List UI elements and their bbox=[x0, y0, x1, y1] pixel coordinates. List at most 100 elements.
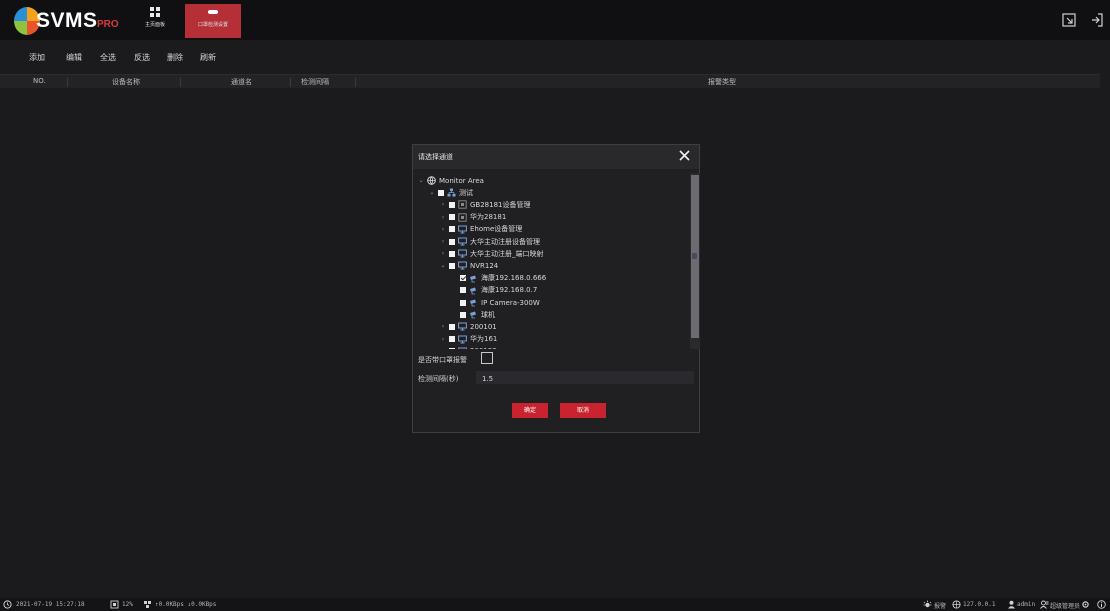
tree-checkbox[interactable] bbox=[460, 275, 466, 282]
tree-node[interactable]: › 大华主动注册设备管理 bbox=[439, 236, 540, 247]
channel-tree: ⌄ Monitor Area ⌄ 测试 › GB28181设备管理 › 华为28181 › Eho… bbox=[413, 173, 691, 349]
tree-checkbox[interactable] bbox=[449, 336, 455, 343]
tree-node[interactable]: 海康192.168.0.666 bbox=[450, 273, 546, 284]
clock-icon bbox=[3, 600, 12, 609]
confirm-button[interactable]: 确定 bbox=[512, 403, 548, 418]
close-icon[interactable] bbox=[678, 149, 691, 162]
tab-home-label: 主页面板 bbox=[144, 22, 165, 28]
tree-node[interactable]: › 华为28181 bbox=[439, 212, 506, 223]
tree-node-label: 测试 bbox=[459, 188, 473, 197]
tree-node[interactable]: 海康192.168.0.7 bbox=[450, 285, 537, 296]
nvr-icon bbox=[458, 237, 467, 246]
role-icon bbox=[1040, 600, 1049, 609]
tree-node[interactable]: › GB28181设备管理 bbox=[439, 199, 531, 210]
cancel-button[interactable]: 取消 bbox=[560, 403, 606, 418]
tree-node[interactable]: ⌄ 测试 bbox=[428, 187, 473, 198]
tree-node-label: IP Camera-300W bbox=[481, 298, 540, 307]
tree-scrollbar[interactable] bbox=[690, 173, 700, 349]
toolbar: 添加 编辑 全选 反选 删除 刷新 bbox=[0, 48, 1110, 70]
camera-icon bbox=[470, 275, 476, 282]
tree-node-label: 海康192.168.0.7 bbox=[481, 286, 538, 295]
add-button[interactable]: 添加 bbox=[29, 52, 45, 63]
chevron-right-icon[interactable]: › bbox=[439, 238, 447, 245]
tree-node[interactable]: › Ehome设备管理 bbox=[439, 224, 522, 235]
tree-node[interactable]: › 200101 bbox=[439, 321, 497, 332]
info-icon[interactable] bbox=[1097, 600, 1106, 609]
network-icon bbox=[144, 601, 151, 608]
invert-selection-button[interactable]: 反选 bbox=[134, 52, 150, 63]
tree-checkbox[interactable] bbox=[460, 311, 466, 318]
tree-checkbox[interactable] bbox=[449, 238, 455, 245]
mask-alarm-checkbox[interactable] bbox=[481, 352, 493, 364]
tab-mask-detection-settings[interactable]: 口罩检测设置 bbox=[185, 4, 241, 38]
tree-checkbox[interactable] bbox=[438, 189, 444, 196]
interval-label: 检测间隔(秒) bbox=[418, 375, 459, 383]
nvr-icon bbox=[458, 261, 467, 270]
column-header-alarm-type[interactable]: 报警类型 bbox=[708, 77, 736, 87]
status-ip: 127.0.0.1 bbox=[963, 601, 996, 608]
tree-node-label: 200101 bbox=[470, 322, 497, 331]
tree-node[interactable]: ⌄ Monitor Area bbox=[417, 175, 484, 186]
column-divider bbox=[355, 78, 356, 87]
refresh-button[interactable]: 刷新 bbox=[200, 52, 216, 63]
chevron-right-icon[interactable]: › bbox=[439, 348, 447, 349]
column-header-device-name[interactable]: 设备名称 bbox=[112, 77, 140, 87]
chevron-right-icon[interactable]: › bbox=[439, 226, 447, 233]
status-cpu: 12% bbox=[122, 601, 133, 608]
chevron-right-icon[interactable]: › bbox=[439, 336, 447, 343]
nvr-icon bbox=[458, 249, 467, 258]
chevron-down-icon[interactable]: ⌄ bbox=[439, 262, 447, 269]
tree-checkbox[interactable] bbox=[460, 287, 466, 294]
status-bar: 2021-07-19 15:27:18 12% ↑0.0KBps ↓0.0KBp… bbox=[0, 598, 1110, 611]
tree-checkbox[interactable] bbox=[449, 226, 455, 233]
tree-node[interactable]: IP Camera-300W bbox=[450, 297, 540, 308]
alarm-icon[interactable] bbox=[923, 600, 932, 609]
chevron-down-icon[interactable]: ⌄ bbox=[428, 189, 436, 196]
window-restore-icon[interactable] bbox=[1061, 12, 1077, 28]
column-header-channel-name[interactable]: 通道名 bbox=[231, 77, 252, 87]
chevron-right-icon[interactable]: › bbox=[439, 250, 447, 257]
logout-icon[interactable] bbox=[1089, 12, 1105, 28]
tree-node[interactable]: › 华为161 bbox=[439, 334, 497, 345]
tree-node[interactable]: › 200153 bbox=[439, 346, 497, 349]
globe-icon bbox=[427, 176, 436, 185]
nvr-icon bbox=[458, 335, 467, 344]
tree-checkbox[interactable] bbox=[449, 323, 455, 330]
tree-checkbox[interactable] bbox=[449, 250, 455, 257]
status-role: 超级管理员 bbox=[1050, 603, 1081, 610]
camera-icon bbox=[208, 10, 218, 14]
status-alarm[interactable]: 报警 bbox=[934, 601, 946, 610]
tree-node-label: Ehome设备管理 bbox=[470, 225, 523, 234]
tree-node[interactable]: › 大华主动注册_端口映射 bbox=[439, 248, 544, 259]
chevron-right-icon[interactable]: › bbox=[439, 201, 447, 208]
tab-home-panel[interactable]: 主页面板 bbox=[127, 4, 183, 38]
settings-icon[interactable] bbox=[1081, 600, 1090, 609]
scrollbar-marker bbox=[692, 253, 697, 259]
tree-checkbox[interactable] bbox=[449, 201, 455, 208]
select-all-button[interactable]: 全选 bbox=[100, 52, 116, 63]
column-header-no[interactable]: NO. bbox=[33, 77, 46, 85]
chevron-right-icon[interactable]: › bbox=[439, 323, 447, 330]
delete-button[interactable]: 删除 bbox=[167, 52, 183, 63]
tree-node[interactable]: ⌄ NVR124 bbox=[439, 260, 498, 271]
app-logo: SVMS PRO bbox=[14, 6, 124, 36]
interval-input[interactable] bbox=[476, 371, 694, 384]
status-datetime: 2021-07-19 15:27:18 bbox=[16, 601, 85, 608]
org-icon bbox=[447, 188, 456, 197]
tree-node-label: 海康192.168.0.666 bbox=[481, 274, 547, 283]
column-header-interval[interactable]: 检测间隔 bbox=[301, 77, 329, 87]
tree-checkbox[interactable] bbox=[449, 262, 455, 269]
top-bar: SVMS PRO 主页面板 口罩检测设置 bbox=[0, 0, 1110, 40]
tree-checkbox[interactable] bbox=[449, 214, 455, 221]
tree-checkbox[interactable] bbox=[460, 299, 466, 306]
tree-node[interactable]: 球机 bbox=[450, 309, 495, 320]
tree-node-label: Monitor Area bbox=[439, 176, 484, 185]
edit-button[interactable]: 编辑 bbox=[66, 52, 82, 63]
chevron-down-icon[interactable]: ⌄ bbox=[417, 177, 425, 184]
tree-node-label: 大华主动注册设备管理 bbox=[470, 237, 540, 246]
mask-alarm-label: 是否带口罩报警 bbox=[418, 356, 467, 364]
camera-icon bbox=[470, 287, 476, 295]
tree-node-label: 200153 bbox=[470, 347, 497, 349]
tree-checkbox[interactable] bbox=[449, 348, 455, 349]
chevron-right-icon[interactable]: › bbox=[439, 214, 447, 221]
